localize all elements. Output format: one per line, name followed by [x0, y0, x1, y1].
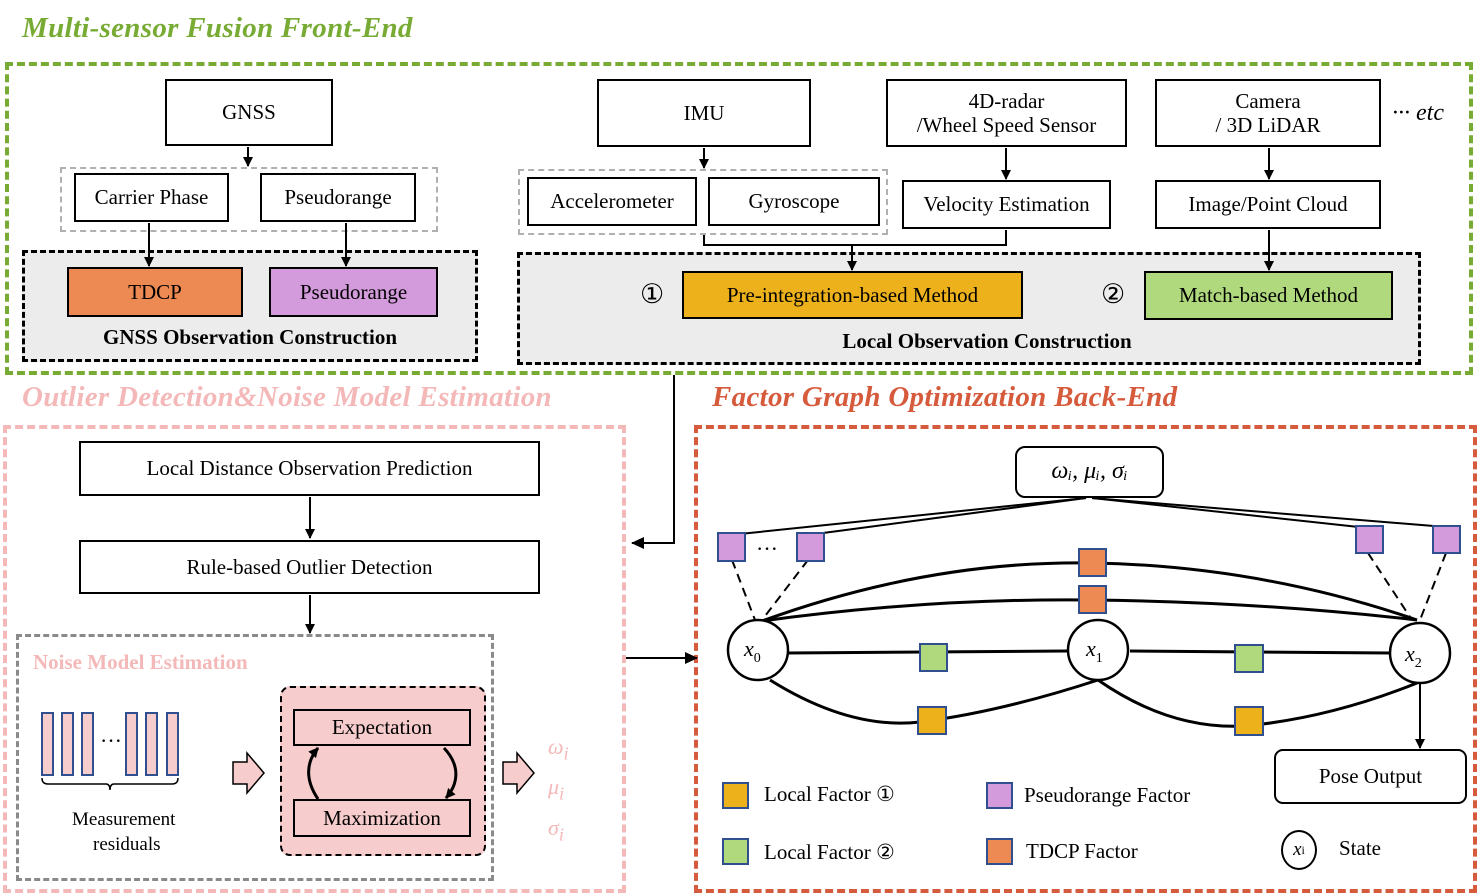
local2-factor — [919, 643, 948, 672]
residual-bar — [41, 712, 54, 776]
param-link-pr4 — [1091, 497, 1447, 528]
residual-bar — [166, 712, 179, 776]
dashed-pr4-x2 — [1419, 552, 1447, 621]
residual-brace — [41, 777, 179, 791]
param-link-pr3 — [1091, 497, 1369, 529]
diagram-graphics: ··· x0 x1 x2 ··· — [41, 147, 1461, 800]
state-node-x2 — [1388, 621, 1452, 685]
residual-bar — [61, 712, 74, 776]
tdcp-factor — [1078, 548, 1107, 577]
residual-bar — [145, 712, 158, 776]
pseudorange-factor — [1355, 525, 1384, 554]
em-arrow-up — [307, 747, 320, 800]
local1-factor — [917, 706, 947, 735]
local2-factor — [1234, 644, 1264, 673]
residual-dots: ··· — [100, 728, 122, 753]
hollow-arrow-to-outputs — [502, 750, 535, 796]
state-node-x1 — [1066, 618, 1130, 682]
residual-bar — [81, 712, 94, 776]
hollow-arrow-to-em — [232, 750, 265, 796]
param-link-pr1 — [729, 497, 1087, 536]
pseudorange-factor — [1432, 525, 1461, 554]
tdcp-factor — [1078, 585, 1107, 614]
em-arrow-down — [442, 746, 458, 799]
dashed-pr2-x0 — [761, 559, 809, 621]
pseudorange-factor — [796, 532, 825, 562]
pseudorange-factor — [717, 532, 746, 562]
residual-bar — [125, 712, 138, 776]
dashed-pr1-x0 — [731, 559, 756, 621]
connector-imu-velocity — [703, 230, 1007, 246]
param-link-pr2 — [807, 497, 1087, 536]
local1-factor — [1234, 706, 1264, 736]
state-node-x0 — [726, 618, 790, 682]
pseudorange-factor-dots: ··· — [756, 536, 778, 561]
arrow-front-to-outlier — [631, 375, 675, 549]
